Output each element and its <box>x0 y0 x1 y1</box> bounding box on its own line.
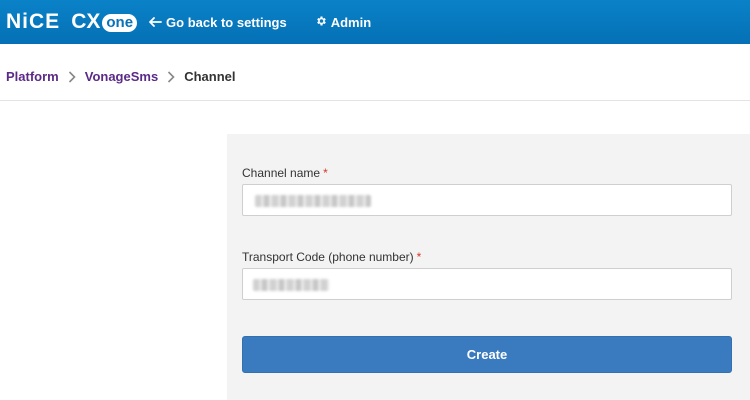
breadcrumb-platform[interactable]: Platform <box>6 69 59 84</box>
chevron-right-icon <box>68 70 76 83</box>
arrow-left-icon <box>149 15 162 30</box>
nice-cxone-logo[interactable]: NiCE CX one <box>6 10 138 34</box>
required-marker: * <box>323 166 328 180</box>
channel-name-label: Channel name * <box>242 166 328 180</box>
breadcrumb-vonagesms[interactable]: VonageSms <box>85 69 158 84</box>
transport-code-label: Transport Code (phone number) * <box>242 250 421 264</box>
go-back-to-settings-link[interactable]: Go back to settings <box>149 15 287 30</box>
admin-link[interactable]: Admin <box>315 15 371 30</box>
redacted-value <box>253 279 329 291</box>
create-button[interactable]: Create <box>242 336 732 373</box>
channel-name-label-text: Channel name <box>242 166 321 180</box>
transport-code-input[interactable] <box>242 268 732 300</box>
logo-one-badge: one <box>102 14 138 32</box>
breadcrumb: Platform VonageSms Channel <box>6 69 235 84</box>
required-marker: * <box>416 250 422 264</box>
channel-form-panel: Channel name * Transport Code (phone numb… <box>227 134 750 400</box>
logo-cx-text: CX <box>71 10 101 33</box>
go-back-label: Go back to settings <box>166 14 287 30</box>
gear-icon <box>315 15 327 30</box>
chevron-right-icon <box>167 70 175 83</box>
channel-name-input[interactable] <box>242 184 732 216</box>
top-navigation-bar: NiCE CX one Go back to settings Admin <box>0 0 750 44</box>
redacted-value <box>255 195 371 207</box>
header-divider <box>0 100 750 101</box>
breadcrumb-channel: Channel <box>184 69 236 84</box>
admin-label: Admin <box>330 14 372 30</box>
transport-code-label-text: Transport Code (phone number) <box>242 250 414 264</box>
logo-nice-text: NiCE <box>6 10 61 33</box>
